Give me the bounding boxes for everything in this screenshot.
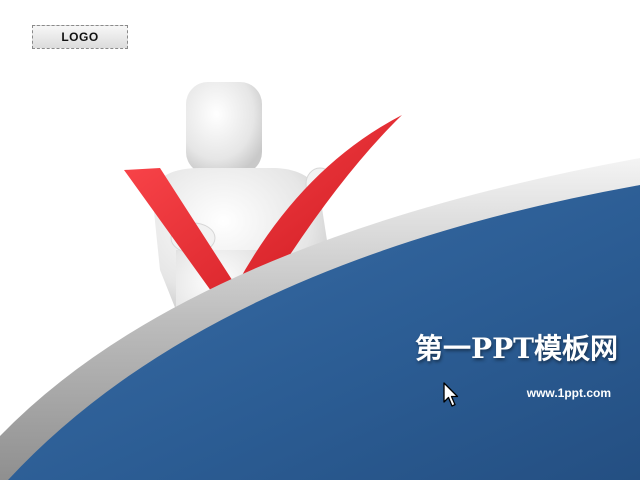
mouse-pointer-icon [443, 382, 459, 407]
slide-background [0, 82, 640, 480]
slide-canvas: LOGO 第一PPT模板网 www.1ppt.com [0, 0, 640, 480]
logo-label: LOGO [61, 30, 99, 44]
slide-title: 第一PPT模板网 [415, 332, 618, 365]
figure-head [186, 82, 262, 174]
logo-placeholder[interactable]: LOGO [32, 25, 128, 49]
slide-url[interactable]: www.1ppt.com [527, 386, 611, 400]
